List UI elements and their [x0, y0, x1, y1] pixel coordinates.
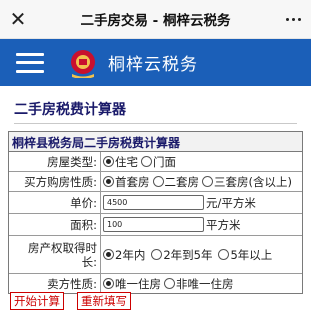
area-unit: 平方米: [206, 217, 241, 232]
calculate-button[interactable]: 开始计算: [10, 292, 64, 310]
radio-icon[interactable]: [103, 278, 114, 289]
reset-button[interactable]: 重新填写: [77, 292, 131, 310]
calculator-table: 桐梓县税务局二手房税费计算器 房屋类型: 住宅 门面 买方购房性质: 首套房 二…: [8, 131, 303, 294]
area-input[interactable]: 100: [103, 217, 204, 232]
radio-icon[interactable]: [103, 249, 114, 260]
unit-price-label: 单价:: [9, 192, 101, 213]
radio-icon[interactable]: [164, 278, 175, 289]
area-label: 面积:: [9, 214, 101, 235]
buyer-second-home[interactable]: 二套房: [152, 174, 199, 190]
buyer-status-label: 买方购房性质:: [9, 172, 101, 191]
row-area: 面积: 100 平方米: [9, 214, 302, 236]
house-type-storefront[interactable]: 门面: [141, 154, 176, 170]
close-icon[interactable]: ✕: [0, 0, 36, 38]
ownership-label: 房产权取得时 长:: [9, 236, 101, 273]
house-type-residential[interactable]: 住宅: [103, 154, 138, 170]
row-unit-price: 单价: 4500 元/平方米: [9, 192, 302, 214]
page-title: 二手房税费计算器: [14, 102, 126, 118]
more-dots-icon[interactable]: [286, 0, 301, 38]
buyer-third-home[interactable]: 三套房(含以上): [202, 174, 292, 190]
ownership-under-2y[interactable]: 2年内: [103, 247, 145, 263]
radio-icon[interactable]: [103, 156, 114, 167]
house-type-label: 房屋类型:: [9, 152, 101, 171]
menu-icon[interactable]: [16, 52, 44, 73]
radio-icon[interactable]: [202, 176, 213, 187]
calculator-title: 桐梓县税务局二手房税费计算器: [9, 132, 302, 152]
unit-price-input[interactable]: 4500: [103, 195, 204, 210]
seller-status-label: 卖方性质:: [9, 274, 101, 293]
radio-icon[interactable]: [151, 249, 163, 260]
row-seller-status: 卖方性质: 唯一住房 非唯一住房: [9, 274, 302, 293]
seller-not-only-home[interactable]: 非唯一住房: [164, 276, 234, 292]
buyer-first-home[interactable]: 首套房: [103, 174, 150, 190]
window-title: 二手房交易 - 桐梓云税务: [80, 13, 231, 29]
radio-icon[interactable]: [218, 249, 230, 260]
radio-icon[interactable]: [103, 176, 114, 187]
row-buyer-status: 买方购房性质: 首套房 二套房 三套房(含以上): [9, 172, 302, 192]
row-ownership-duration: 房产权取得时 长: 2年内 2年到5年 5年以上: [9, 236, 302, 274]
brand-title: 桐梓云税务: [108, 55, 198, 75]
ownership-2-5y[interactable]: 2年到5年: [151, 247, 212, 263]
seller-only-home[interactable]: 唯一住房: [103, 276, 161, 292]
radio-icon[interactable]: [141, 156, 152, 167]
title-bar: ✕ 二手房交易 - 桐梓云税务: [0, 0, 311, 39]
divider: [14, 123, 297, 124]
ownership-over-5y[interactable]: 5年以上: [218, 247, 272, 263]
row-house-type: 房屋类型: 住宅 门面: [9, 152, 302, 172]
app-header: 桐梓云税务: [0, 39, 311, 86]
tax-emblem-icon: [68, 48, 98, 79]
action-buttons: 开始计算 重新填写: [10, 292, 131, 310]
radio-icon[interactable]: [152, 176, 164, 187]
unit-price-unit: 元/平方米: [206, 195, 256, 210]
